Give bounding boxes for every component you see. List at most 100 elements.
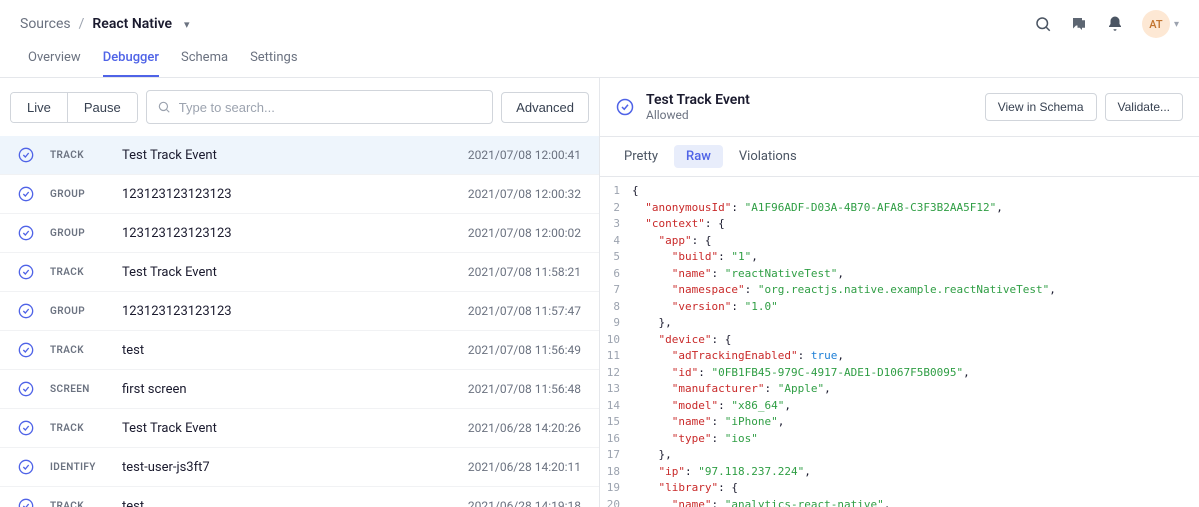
event-type: SCREEN: [50, 384, 106, 395]
event-row[interactable]: IDENTIFYtest-user-js3ft72021/06/28 14:20…: [0, 448, 599, 487]
event-type: TRACK: [50, 501, 106, 507]
event-name: test: [122, 499, 452, 507]
code-line: 4 "app": {: [600, 233, 1199, 250]
code-line: 2 "anonymousId": "A1F96ADF-D03A-4B70-AFA…: [600, 200, 1199, 217]
avatar: AT: [1142, 10, 1170, 38]
event-row[interactable]: TRACK Test Track Event 2021/07/08 11:58:21: [0, 253, 599, 292]
chat-icon[interactable]: [1070, 15, 1088, 33]
tab-debugger[interactable]: Debugger: [103, 50, 159, 77]
event-name: 123123123123123: [122, 226, 452, 241]
event-list-pane: Live Pause Advanced TRACK Test Track Even…: [0, 78, 600, 507]
search-icon: [157, 100, 171, 114]
pause-button[interactable]: Pause: [68, 93, 137, 122]
event-time: 2021/07/08 12:00:02: [468, 226, 581, 240]
check-circle-icon: [18, 225, 34, 241]
bell-icon[interactable]: [1106, 15, 1124, 33]
code-line: 13 "manufacturer": "Apple",: [600, 381, 1199, 398]
event-row[interactable]: TRACK test 2021/06/28 14:19:18: [0, 487, 599, 507]
event-time: 2021/06/28 14:20:11: [468, 460, 581, 474]
breadcrumb-current[interactable]: React Native: [92, 16, 172, 32]
search-input[interactable]: [179, 100, 482, 115]
event-time: 2021/06/28 14:19:18: [468, 499, 581, 507]
code-line: 9 },: [600, 315, 1199, 332]
check-circle-icon: [18, 303, 34, 319]
validate-button[interactable]: Validate...: [1105, 93, 1183, 121]
event-time: 2021/07/08 11:56:49: [468, 343, 581, 357]
chevron-down-icon[interactable]: ▾: [184, 18, 190, 31]
search-icon[interactable]: [1034, 15, 1052, 33]
check-circle-icon: [18, 498, 34, 507]
breadcrumb-parent[interactable]: Sources: [20, 16, 71, 32]
code-line: 3 "context": {: [600, 216, 1199, 233]
event-time: 2021/07/08 11:56:48: [468, 382, 581, 396]
event-time: 2021/07/08 11:58:21: [468, 265, 581, 279]
code-line: 11 "adTrackingEnabled": true,: [600, 348, 1199, 365]
code-line: 16 "type": "ios": [600, 431, 1199, 448]
advanced-button[interactable]: Advanced: [501, 92, 589, 123]
event-name: first screen: [122, 382, 452, 397]
search-field[interactable]: [146, 90, 493, 124]
detail-status: Allowed: [646, 108, 750, 122]
check-circle-icon: [616, 98, 634, 116]
chevron-down-icon: ▾: [1174, 19, 1179, 30]
code-line: 14 "model": "x86_64",: [600, 398, 1199, 415]
live-button[interactable]: Live: [11, 93, 68, 122]
event-row[interactable]: TRACKtest2021/07/08 11:56:49: [0, 331, 599, 370]
check-circle-icon: [18, 342, 34, 358]
code-line: 1{: [600, 183, 1199, 200]
code-line: 10 "device": {: [600, 332, 1199, 349]
event-detail-pane: Test Track Event Allowed View in Schema …: [600, 78, 1199, 507]
detail-subtabs: PrettyRawViolations: [600, 137, 1199, 177]
code-line: 20 "name": "analytics-react-native",: [600, 497, 1199, 507]
code-line: 6 "name": "reactNativeTest",: [600, 266, 1199, 283]
view-schema-button[interactable]: View in Schema: [985, 93, 1097, 121]
header-actions: AT ▾: [1034, 10, 1179, 38]
event-name: 123123123123123: [122, 187, 452, 202]
event-type: IDENTIFY: [50, 462, 106, 473]
subtab-violations[interactable]: Violations: [727, 145, 809, 168]
tab-overview[interactable]: Overview: [28, 50, 81, 77]
breadcrumb-separator: /: [79, 16, 85, 32]
event-list[interactable]: TRACK Test Track Event 2021/07/08 12:00:41…: [0, 136, 599, 507]
code-line: 12 "id": "0FB1FB45-979C-4917-ADE1-D1067F…: [600, 365, 1199, 382]
code-line: 15 "name": "iPhone",: [600, 414, 1199, 431]
subtab-pretty[interactable]: Pretty: [612, 145, 670, 168]
event-time: 2021/07/08 11:57:47: [468, 304, 581, 318]
event-type: TRACK: [50, 267, 106, 278]
breadcrumb: Sources / React Native ▾: [20, 16, 190, 32]
event-row[interactable]: GROUP 123123123123123 2021/07/08 12:00:02: [0, 214, 599, 253]
event-row[interactable]: TRACKTest Track Event2021/06/28 14:20:26: [0, 409, 599, 448]
event-row[interactable]: GROUP1231231231231232021/07/08 12:00:32: [0, 175, 599, 214]
tab-schema[interactable]: Schema: [181, 50, 228, 77]
subtab-raw[interactable]: Raw: [674, 145, 723, 168]
event-type: GROUP: [50, 306, 106, 317]
user-menu[interactable]: AT ▾: [1142, 10, 1179, 38]
code-line: 17 },: [600, 447, 1199, 464]
raw-json-viewer[interactable]: 1{2 "anonymousId": "A1F96ADF-D03A-4B70-A…: [600, 177, 1199, 507]
check-circle-icon: [18, 459, 34, 475]
debugger-toolbar: Live Pause Advanced: [0, 78, 599, 136]
event-type: TRACK: [50, 150, 106, 161]
event-type: TRACK: [50, 345, 106, 356]
tab-settings[interactable]: Settings: [250, 50, 297, 77]
event-time: 2021/07/08 12:00:32: [468, 187, 581, 201]
check-circle-icon: [18, 186, 34, 202]
event-name: Test Track Event: [122, 421, 452, 436]
event-name: Test Track Event: [122, 148, 452, 163]
event-type: GROUP: [50, 228, 106, 239]
event-row[interactable]: GROUP1231231231231232021/07/08 11:57:47: [0, 292, 599, 331]
event-row[interactable]: TRACK Test Track Event 2021/07/08 12:00:41: [0, 136, 599, 175]
code-line: 18 "ip": "97.118.237.224",: [600, 464, 1199, 481]
main-tabs: Overview Debugger Schema Settings: [0, 42, 1199, 78]
event-time: 2021/07/08 12:00:41: [468, 148, 581, 162]
check-circle-icon: [18, 264, 34, 280]
code-line: 7 "namespace": "org.reactjs.native.examp…: [600, 282, 1199, 299]
event-name: Test Track Event: [122, 265, 452, 280]
check-circle-icon: [18, 147, 34, 163]
app-header: Sources / React Native ▾ AT ▾: [0, 0, 1199, 42]
code-line: 8 "version": "1.0": [600, 299, 1199, 316]
event-time: 2021/06/28 14:20:26: [468, 421, 581, 435]
detail-header: Test Track Event Allowed View in Schema …: [600, 78, 1199, 137]
check-circle-icon: [18, 420, 34, 436]
event-row[interactable]: SCREEN first screen 2021/07/08 11:56:48: [0, 370, 599, 409]
